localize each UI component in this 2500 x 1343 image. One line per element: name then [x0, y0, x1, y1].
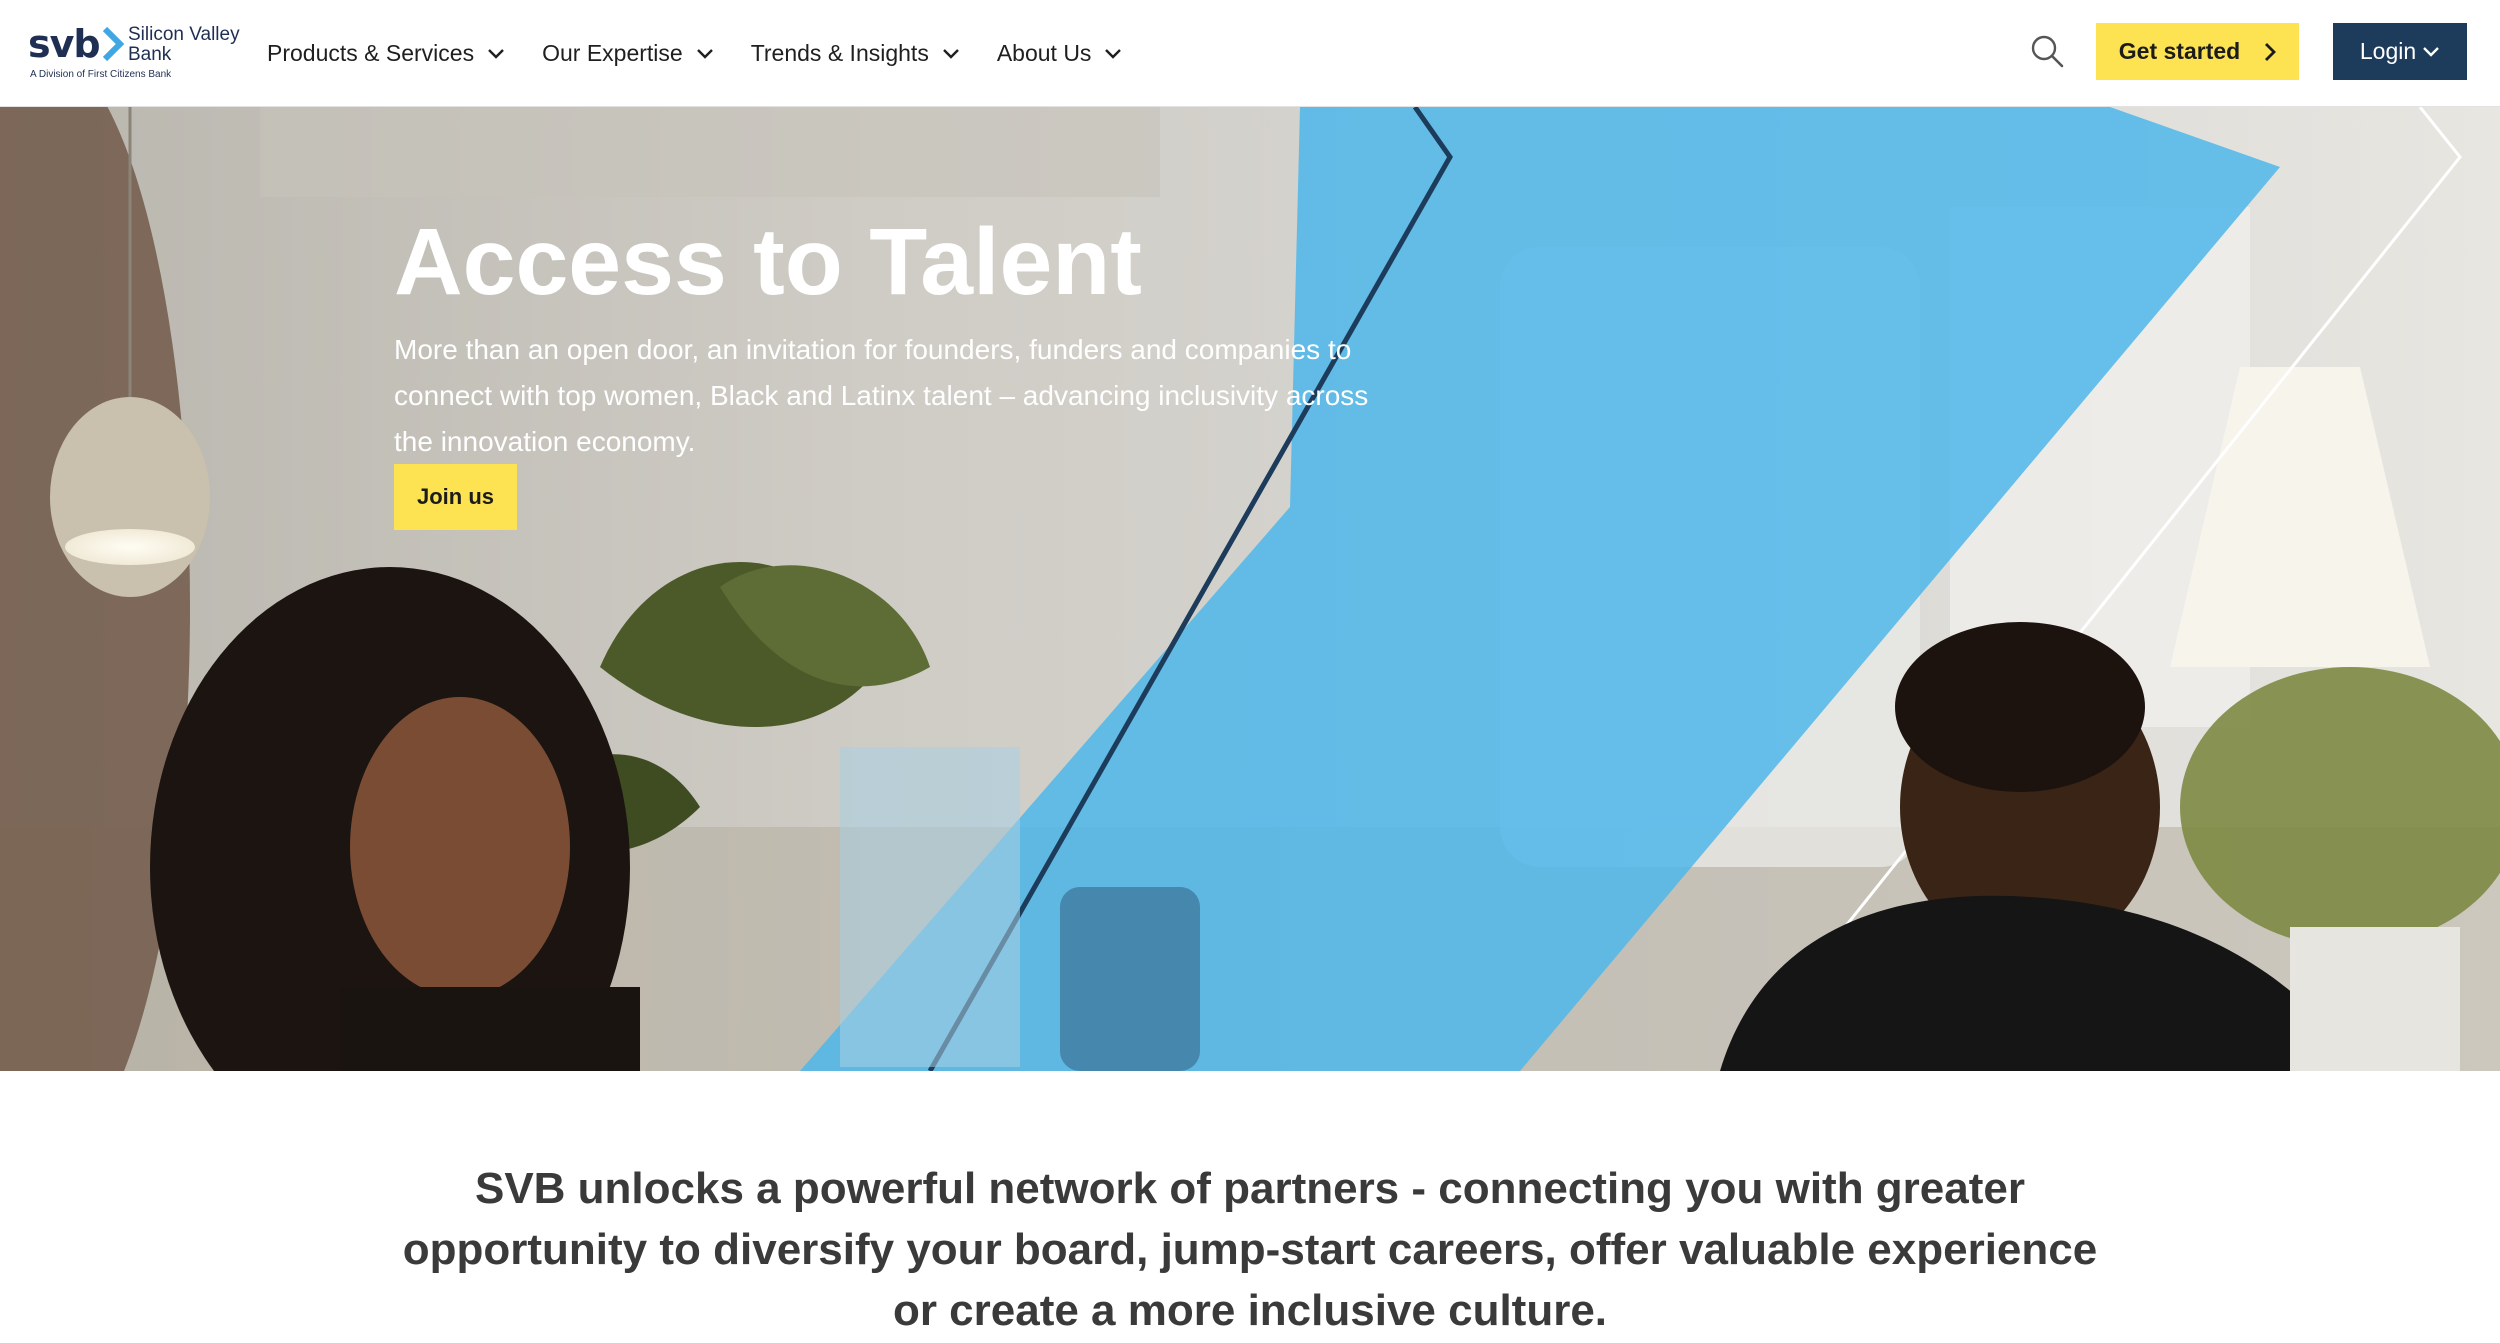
logo-chevron-icon: [102, 26, 125, 62]
chevron-down-icon: [488, 48, 504, 59]
chevron-down-icon: [2423, 46, 2439, 57]
logo-subtitle: A Division of First Citizens Bank: [30, 69, 172, 80]
get-started-button[interactable]: Get started: [2096, 23, 2299, 80]
nav-label: Trends & Insights: [750, 40, 929, 66]
hero-photo: [0, 107, 2500, 1071]
hero-banner: Access to Talent More than an open door,…: [0, 107, 2500, 1071]
logo-name: Silicon Valley Bank: [128, 24, 240, 65]
logo-mark: svb: [28, 22, 101, 66]
nav-about-us[interactable]: About Us: [997, 40, 1123, 67]
hero-description: More than an open door, an invitation fo…: [394, 334, 1369, 457]
main-nav: Products & Services Our Expertise Trends…: [267, 0, 1159, 107]
nav-label: Products & Services: [267, 40, 475, 66]
get-started-label: Get started: [2118, 38, 2241, 64]
join-us-button[interactable]: Join us: [394, 464, 517, 530]
login-button[interactable]: Login: [2333, 23, 2467, 80]
intro-heading: SVB unlocks a powerful network of partne…: [402, 1164, 2098, 1335]
chevron-down-icon: [1105, 48, 1122, 59]
chevron-down-icon: [696, 48, 713, 59]
chevron-right-icon: [2265, 42, 2277, 61]
svb-logo[interactable]: svb Silicon Valley Bank A Division of Fi…: [28, 22, 248, 84]
login-label: Login: [2359, 38, 2417, 64]
chevron-down-icon: [942, 48, 959, 59]
nav-label: Our Expertise: [542, 40, 683, 66]
nav-products-services[interactable]: Products & Services: [267, 40, 505, 67]
search-icon[interactable]: [2030, 34, 2064, 68]
nav-trends-insights[interactable]: Trends & Insights: [751, 40, 960, 67]
nav-our-expertise[interactable]: Our Expertise: [542, 40, 714, 67]
hero-title: Access to Talent: [394, 209, 1142, 315]
nav-label: About Us: [996, 40, 1092, 66]
site-header: svb Silicon Valley Bank A Division of Fi…: [0, 0, 2500, 107]
